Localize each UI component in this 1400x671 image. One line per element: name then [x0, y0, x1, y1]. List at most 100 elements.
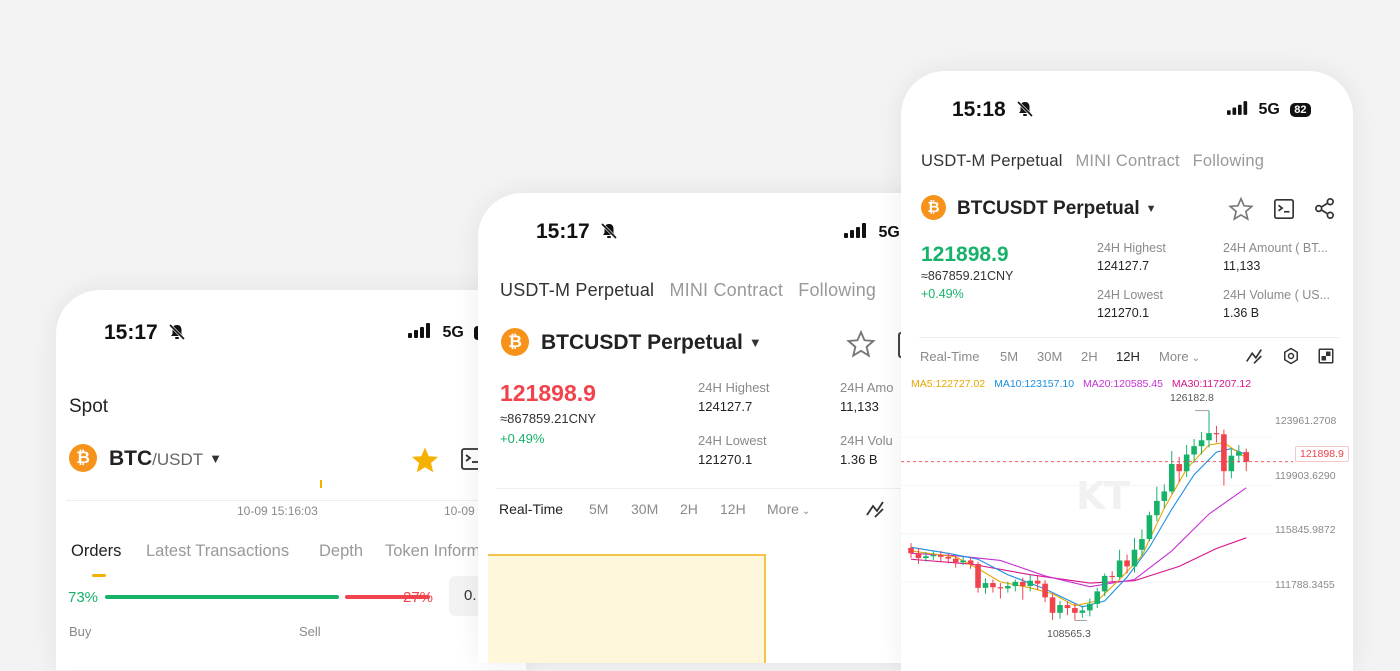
last-price: 121898.9 — [921, 243, 1009, 266]
pair-selector[interactable]: BTCUSDT Perpetual ▼ — [541, 331, 762, 355]
stat-amount-value: 11,133 — [1223, 259, 1261, 273]
watermark-logo: K T — [1076, 474, 1130, 518]
price-cny: ≈867859.21CNY — [500, 411, 597, 426]
price-change: +0.49% — [500, 431, 545, 446]
timeframe-5m[interactable]: 5M — [1000, 349, 1018, 364]
timeframe-30m[interactable]: 30M — [631, 501, 658, 517]
stat-low-value: 121270.1 — [1097, 306, 1150, 320]
tab-mini-contract[interactable]: MINI Contract — [669, 280, 783, 300]
tab-mini-contract[interactable]: MINI Contract — [1075, 152, 1179, 170]
candle-body — [1005, 586, 1011, 589]
divider — [496, 488, 936, 489]
tab-usdt-m-perpetual[interactable]: USDT-M Perpetual — [500, 280, 654, 300]
candlestick-chart[interactable]: K T 123961.2708 119903.6290 115845.9872 … — [901, 389, 1353, 649]
bell-muted-icon — [600, 222, 617, 240]
stat-high-value: 124127.7 — [698, 399, 753, 414]
time-axis-label: 10-09 — [444, 504, 475, 518]
candle-body — [1198, 440, 1205, 447]
candle-body — [1146, 515, 1153, 540]
timeframe-2h[interactable]: 2H — [680, 501, 698, 517]
candle-body — [1154, 500, 1160, 516]
timeframe-2h[interactable]: 2H — [1081, 349, 1098, 364]
market-tabs: USDT-M Perpetual MINI Contract Following — [921, 152, 1264, 171]
low-price-annotation: 108565.3 — [1047, 628, 1091, 640]
tab-following[interactable]: Following — [1193, 152, 1265, 170]
candle-body — [1012, 581, 1019, 587]
pair-selector[interactable]: BTC/USDT ▼ — [109, 447, 222, 471]
pair-selector[interactable]: BTCUSDT Perpetual ▼ — [957, 198, 1157, 220]
star-outline-icon[interactable] — [1228, 196, 1254, 222]
sell-label: Sell — [299, 624, 321, 639]
indicator-settings-icon[interactable] — [1281, 346, 1301, 366]
draw-tools-icon[interactable] — [864, 498, 886, 520]
svg-text:T: T — [1104, 474, 1130, 518]
buy-ratio-fill — [105, 595, 340, 599]
candle-body — [1213, 433, 1220, 435]
stat-amount-value: 11,133 — [840, 399, 879, 414]
candle-body — [1206, 433, 1212, 441]
timeframe-30m[interactable]: 30M — [1037, 349, 1062, 364]
candle-body — [1064, 605, 1071, 609]
tab-usdt-m-perpetual[interactable]: USDT-M Perpetual — [921, 152, 1063, 170]
status-indicators: 5G — [844, 223, 900, 242]
candle-body — [1057, 605, 1063, 613]
candle-body — [1094, 591, 1101, 604]
candle-body — [1139, 539, 1145, 550]
candle-body — [930, 555, 937, 557]
realtime-area-chart — [488, 554, 766, 663]
tab-depth[interactable]: Depth — [319, 542, 363, 561]
tab-token-info[interactable]: Token Inform — [385, 542, 480, 561]
section-title: Spot — [69, 396, 109, 417]
status-indicators: 5G 82 — [1227, 101, 1311, 119]
timeframe-more[interactable]: More ⌄ — [767, 501, 810, 517]
candle-body — [1116, 560, 1123, 578]
last-price: 121898.9 — [500, 380, 596, 406]
stat-volume-label: 24H Volume ( US... — [1223, 288, 1330, 302]
candle-body — [1236, 452, 1242, 456]
timeframe-12h[interactable]: 12H — [1116, 349, 1140, 364]
bell-muted-icon — [1016, 100, 1033, 118]
candle-body — [1183, 454, 1190, 472]
y-axis-tick: 123961.2708 — [1275, 415, 1337, 427]
status-time: 15:18 — [952, 98, 1034, 122]
timeframe-realtime[interactable]: Real-Time — [499, 501, 563, 517]
tab-latest-transactions[interactable]: Latest Transactions — [146, 542, 289, 561]
chevron-down-icon: ▼ — [1145, 203, 1157, 215]
y-axis-tick: 119903.6290 — [1275, 470, 1336, 482]
timeframe-realtime[interactable]: Real-Time — [920, 349, 979, 364]
timeframe-5m[interactable]: 5M — [589, 501, 608, 517]
contract-info-icon[interactable] — [1273, 198, 1295, 220]
share-icon[interactable] — [1313, 197, 1336, 220]
star-filled-icon[interactable] — [410, 445, 440, 475]
candle-body — [975, 564, 981, 588]
buy-percent: 73% — [68, 589, 99, 606]
active-tab-indicator — [92, 574, 106, 577]
tab-following[interactable]: Following — [798, 280, 876, 300]
candle-body — [1079, 610, 1086, 613]
candle-body — [1161, 491, 1168, 501]
timeframe-12h[interactable]: 12H — [720, 501, 746, 517]
divider — [919, 337, 1339, 338]
draw-tools-icon[interactable] — [1244, 346, 1264, 366]
fullscreen-icon[interactable] — [1317, 347, 1335, 365]
candlestick-chart-svg: K T — [901, 410, 1293, 621]
candle-body — [1042, 583, 1048, 598]
market-tabs: USDT-M Perpetual MINI Contract Following — [500, 280, 876, 301]
stat-volume-value: 1.36 B — [1223, 306, 1260, 320]
time-axis-label: 10-09 15:16:03 — [237, 504, 318, 518]
tab-orders[interactable]: Orders — [71, 542, 121, 561]
signal-icon — [1227, 101, 1248, 115]
candle-body — [1101, 575, 1108, 592]
bell-muted-icon — [168, 323, 185, 341]
candle-body — [1243, 452, 1250, 462]
signal-icon — [408, 323, 430, 338]
timeframe-more[interactable]: More ⌄ — [1159, 349, 1200, 364]
candle-body — [1191, 446, 1197, 455]
stat-amount-label: 24H Amount ( BT... — [1223, 241, 1328, 255]
buy-sell-ratio-bar — [105, 595, 430, 599]
candle-body — [923, 556, 929, 559]
stat-high-label: 24H Highest — [1097, 241, 1166, 255]
star-outline-icon[interactable] — [846, 329, 876, 359]
status-time: 15:17 — [104, 321, 186, 345]
status-indicators: 5G — [408, 323, 482, 342]
